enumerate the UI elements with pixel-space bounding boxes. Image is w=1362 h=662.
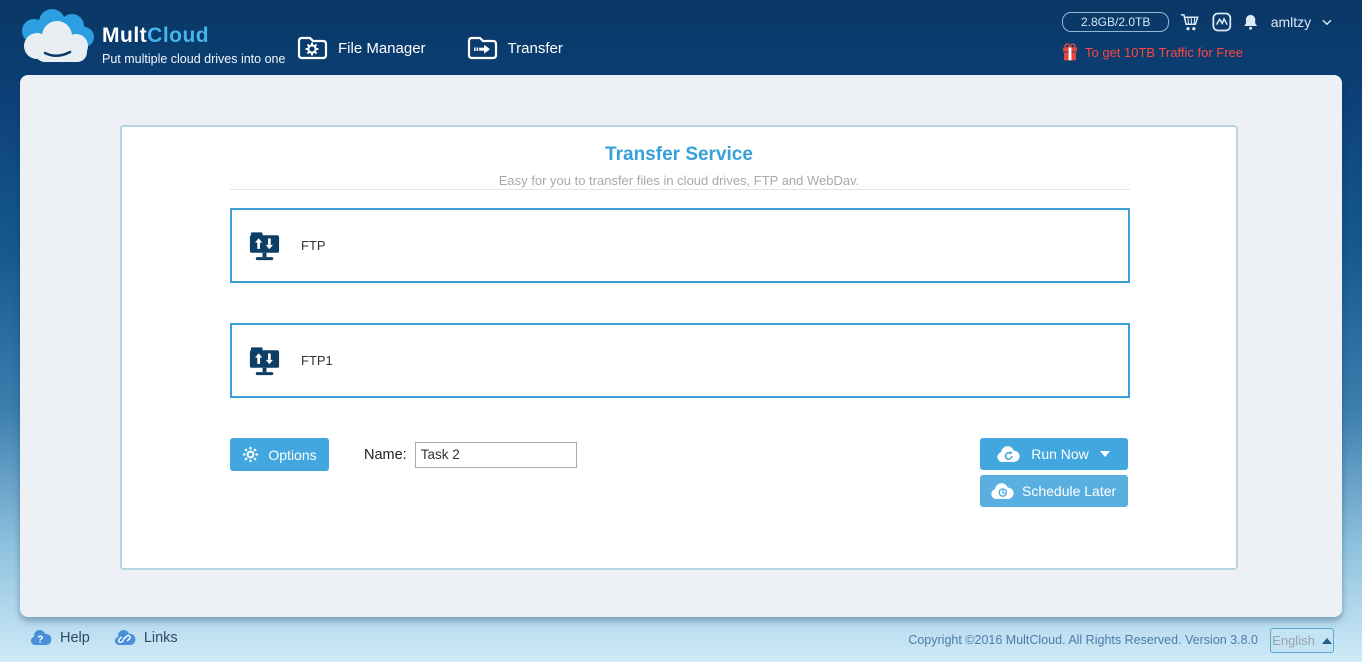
tab-transfer-label: Transfer <box>507 39 563 57</box>
storage-usage-label: 2.8GB/2.0TB <box>1080 15 1151 29</box>
storage-usage-bar[interactable]: 2.8GB/2.0TB <box>1062 12 1170 32</box>
folder-arrow-icon <box>467 36 497 60</box>
connection-row-ftp[interactable]: FTP <box>230 208 1130 283</box>
help-link-label: Help <box>60 630 90 646</box>
language-caret-up-icon <box>1321 637 1332 644</box>
username-label[interactable]: amltzy <box>1271 14 1311 30</box>
tab-file-manager-label: File Manager <box>338 39 426 57</box>
activity-icon[interactable] <box>1212 11 1232 33</box>
brand-name-bold: Mult <box>102 24 148 47</box>
page-subtitle: Easy for you to transfer files in cloud … <box>498 173 860 188</box>
header: MultCloud Put multiple cloud drives into… <box>0 0 1362 75</box>
run-now-label: Run Now <box>1031 446 1089 462</box>
help-cloud-icon: ? <box>30 630 52 645</box>
brand-name-light: Cloud <box>147 24 210 47</box>
multcloud-logo-icon <box>22 9 94 62</box>
tab-file-manager[interactable]: File Manager <box>296 34 426 62</box>
run-now-button[interactable]: Run Now <box>980 438 1128 470</box>
folder-gear-icon <box>297 36 328 60</box>
language-label: English <box>1272 633 1315 648</box>
connection-label: FTP1 <box>301 353 333 368</box>
promo-label: To get 10TB Traffic for Free <box>1085 44 1243 60</box>
header-user-area: 2.8GB/2.0TB amltzy To get 10TB Traffic f… <box>1062 11 1332 61</box>
content-wrapper: Transfer Service Easy for you to transfe… <box>20 75 1342 617</box>
schedule-later-label: Schedule Later <box>1022 483 1117 499</box>
links-link[interactable]: Links <box>114 630 178 646</box>
chevron-down-icon[interactable] <box>1322 19 1332 26</box>
connection-label: FTP <box>301 238 326 253</box>
brand-text: MultCloud Put multiple cloud drives into… <box>102 24 285 66</box>
task-name-input[interactable] <box>414 441 577 468</box>
promo-banner[interactable]: To get 10TB Traffic for Free <box>1062 43 1332 61</box>
options-button[interactable]: Options <box>230 438 329 471</box>
divider <box>230 189 1130 190</box>
ftp-folder-icon <box>249 347 280 376</box>
cloud-clock-icon <box>991 482 1014 499</box>
brand-tagline: Put multiple cloud drives into one <box>102 52 286 66</box>
page-title: Transfer Service <box>605 144 753 165</box>
svg-text:?: ? <box>37 634 43 645</box>
links-link-label: Links <box>143 630 178 646</box>
main-nav: File Manager Transfer <box>296 34 563 62</box>
bell-icon[interactable] <box>1243 12 1258 32</box>
language-selector[interactable]: English <box>1270 628 1334 653</box>
copyright-text: Copyright ©2016 MultCloud. All Rights Re… <box>908 633 1258 647</box>
options-button-label: Options <box>268 446 317 463</box>
gift-icon <box>1063 43 1077 61</box>
help-link[interactable]: ? Help <box>30 630 90 646</box>
transfer-panel: Transfer Service Easy for you to transfe… <box>120 125 1238 570</box>
ftp-folder-icon <box>249 232 280 261</box>
footer: ? Help Links Copyright ©2016 MultCloud. … <box>0 617 1362 662</box>
cloud-sync-icon <box>997 445 1020 462</box>
run-now-dropdown-caret-icon[interactable] <box>1100 451 1110 457</box>
gear-icon <box>243 446 259 463</box>
schedule-later-button[interactable]: Schedule Later <box>980 475 1128 507</box>
task-name-label: Name: <box>364 446 407 463</box>
cart-icon[interactable] <box>1180 11 1201 33</box>
connection-row-ftp1[interactable]: FTP1 <box>230 323 1130 398</box>
links-cloud-icon <box>114 630 136 645</box>
tab-transfer[interactable]: Transfer <box>466 34 563 62</box>
